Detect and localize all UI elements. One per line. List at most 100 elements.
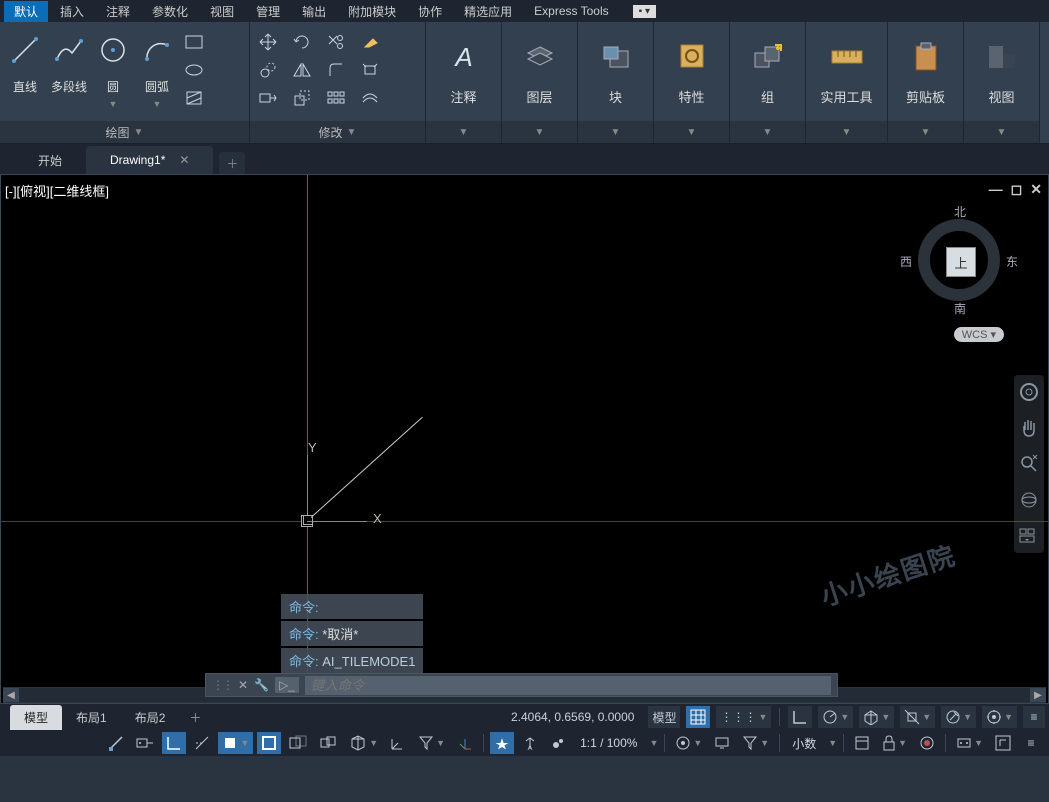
- viewcube-top-face[interactable]: 上: [946, 247, 976, 277]
- layout-tab-layout2[interactable]: 布局2: [121, 705, 180, 730]
- drawing-canvas[interactable]: [-][俯视][二维线框] — ◻ ✕ Y X 小小绘图院 上 北 南 西 东 …: [0, 174, 1049, 704]
- annotation-scale-dropdown[interactable]: [546, 732, 570, 754]
- zoom-icon[interactable]: [1018, 453, 1040, 475]
- add-tab-button[interactable]: ＋: [219, 152, 245, 174]
- dynamic-ucs-toggle[interactable]: [386, 732, 410, 754]
- wcs-badge[interactable]: WCS ▾: [954, 327, 1004, 342]
- menu-parametric[interactable]: 参数化: [142, 1, 198, 22]
- workspace-toggle[interactable]: ▼: [982, 706, 1017, 728]
- menu-overflow-icon[interactable]: ▪ ▾: [633, 5, 656, 18]
- menu-insert[interactable]: 插入: [50, 1, 94, 22]
- menu-addins[interactable]: 附加模块: [338, 1, 406, 22]
- scale-readout[interactable]: 1:1 / 100%: [574, 736, 643, 750]
- close-icon[interactable]: ✕: [1030, 181, 1042, 198]
- move-icon[interactable]: [256, 32, 280, 52]
- wrench-icon[interactable]: 🔧: [254, 678, 269, 692]
- ribbon-panel-properties[interactable]: 特性 ▼: [654, 22, 730, 143]
- ribbon-panel-block[interactable]: 块 ▼: [578, 22, 654, 143]
- annotation-visibility-toggle[interactable]: [490, 732, 514, 754]
- menu-manage[interactable]: 管理: [246, 1, 290, 22]
- scale-icon[interactable]: [290, 88, 314, 108]
- menu-featured[interactable]: 精选应用: [454, 1, 522, 22]
- compass-south[interactable]: 南: [954, 300, 966, 317]
- scroll-right-icon[interactable]: ▶: [1030, 688, 1046, 702]
- ribbon-panel-clipboard[interactable]: 剪贴板 ▼: [888, 22, 964, 143]
- osnap-status-toggle[interactable]: ▼: [218, 732, 253, 754]
- filter-icon[interactable]: ▼: [738, 732, 773, 754]
- viewcube[interactable]: 上 北 南 西 东: [904, 205, 1014, 315]
- grip-icon[interactable]: ⋮⋮: [212, 678, 232, 692]
- tool-circle[interactable]: 圆 ▼: [94, 26, 132, 109]
- offset-icon[interactable]: [358, 88, 382, 108]
- compass-north[interactable]: 北: [954, 203, 966, 220]
- showmotion-icon[interactable]: [1018, 525, 1040, 547]
- steering-wheel-icon[interactable]: [1018, 381, 1040, 403]
- tool-polyline[interactable]: 多段线: [50, 26, 88, 95]
- infer-constraints-toggle[interactable]: [104, 732, 128, 754]
- array-icon[interactable]: [324, 88, 348, 108]
- isolate-objects-icon[interactable]: [915, 732, 939, 754]
- gizmo-toggle[interactable]: [453, 732, 477, 754]
- annotation-scale-toggle[interactable]: ▼: [941, 706, 976, 728]
- snap-toggle[interactable]: ⋮⋮⋮▼: [716, 706, 771, 728]
- add-layout-button[interactable]: ＋: [179, 705, 211, 730]
- close-icon[interactable]: ✕: [179, 153, 189, 167]
- osnap-toggle[interactable]: ▼: [900, 706, 935, 728]
- compass-west[interactable]: 西: [900, 253, 912, 270]
- compass-east[interactable]: 东: [1006, 253, 1018, 270]
- selection-cycling-toggle[interactable]: [315, 732, 341, 754]
- hardware-acceleration-icon[interactable]: ▼: [952, 732, 987, 754]
- ribbon-panel-layers[interactable]: 图层 ▼: [502, 22, 578, 143]
- menu-default[interactable]: 默认: [4, 1, 48, 22]
- ribbon-panel-group[interactable]: 组 ▼: [730, 22, 806, 143]
- modify-panel-footer[interactable]: 修改▼: [250, 121, 425, 143]
- ortho-status-toggle[interactable]: [162, 732, 186, 754]
- command-input[interactable]: [305, 676, 831, 695]
- draw-panel-footer[interactable]: 绘图▼: [0, 121, 249, 143]
- tool-line[interactable]: 直线: [6, 26, 44, 95]
- maximize-icon[interactable]: ◻: [1011, 181, 1023, 198]
- annotation-monitor-icon[interactable]: [710, 732, 734, 754]
- pan-icon[interactable]: [1018, 417, 1040, 439]
- copy-icon[interactable]: [256, 60, 280, 80]
- selection-filter-toggle[interactable]: ▼: [414, 732, 449, 754]
- lineweight-toggle[interactable]: [257, 732, 281, 754]
- tool-arc[interactable]: 圆弧 ▼: [138, 26, 176, 109]
- chevron-down-icon[interactable]: ▼: [828, 738, 837, 748]
- chevron-down-icon[interactable]: ▼: [649, 738, 658, 748]
- lock-ui-icon[interactable]: ▼: [878, 732, 911, 754]
- trim-icon[interactable]: [324, 32, 348, 52]
- customization-icon[interactable]: ≡: [1019, 732, 1043, 754]
- menu-collab[interactable]: 协作: [408, 1, 452, 22]
- model-space-button[interactable]: 模型: [648, 706, 680, 728]
- ortho-toggle[interactable]: [788, 706, 812, 728]
- tab-drawing1[interactable]: Drawing1* ✕: [86, 146, 213, 174]
- dynamic-input-toggle[interactable]: [132, 732, 158, 754]
- autoscale-toggle[interactable]: A: [518, 732, 542, 754]
- close-icon[interactable]: ✕: [238, 678, 248, 692]
- units-readout[interactable]: 小数: [786, 735, 822, 752]
- ribbon-panel-annotate[interactable]: A注释 ▼: [426, 22, 502, 143]
- orbit-icon[interactable]: [1018, 489, 1040, 511]
- layout-tab-model[interactable]: 模型: [10, 705, 62, 730]
- ribbon-panel-view[interactable]: 视图 ▼: [964, 22, 1040, 143]
- customize-status-icon[interactable]: ≡: [1023, 706, 1045, 728]
- explode-icon[interactable]: [358, 60, 382, 80]
- scroll-left-icon[interactable]: ◀: [3, 688, 19, 702]
- object-snap-tracking-toggle[interactable]: [190, 732, 214, 754]
- rectangle-icon[interactable]: [182, 32, 206, 52]
- viewport-label[interactable]: [-][俯视][二维线框]: [5, 181, 109, 200]
- 3d-osnap-toggle[interactable]: ▼: [345, 732, 382, 754]
- quick-properties-icon[interactable]: [850, 732, 874, 754]
- grid-toggle[interactable]: [686, 706, 710, 728]
- drawn-line-entity[interactable]: [311, 417, 423, 518]
- tab-start[interactable]: 开始: [14, 146, 86, 174]
- fillet-icon[interactable]: [324, 60, 348, 80]
- menu-view[interactable]: 视图: [200, 1, 244, 22]
- ribbon-panel-utilities[interactable]: 实用工具 ▼: [806, 22, 888, 143]
- isodraft-toggle[interactable]: ▼: [859, 706, 894, 728]
- layout-tab-layout1[interactable]: 布局1: [62, 705, 121, 730]
- workspace-switching-icon[interactable]: ▼: [671, 732, 706, 754]
- ellipse-icon[interactable]: [182, 60, 206, 80]
- clean-screen-icon[interactable]: [991, 732, 1015, 754]
